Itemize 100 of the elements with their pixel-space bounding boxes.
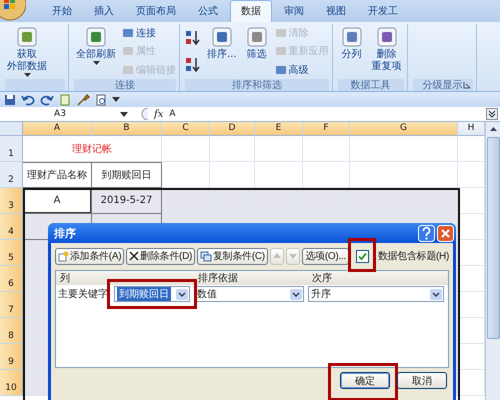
options-button[interactable]: 选项(O)... (302, 248, 349, 264)
checkbox[interactable] (356, 250, 369, 262)
ribbon-button[interactable]: 分列 (338, 24, 366, 79)
copy-button[interactable]: 复制条件(C) (197, 248, 268, 264)
add-button[interactable]: 添加条件(A) (55, 248, 124, 264)
command-icon (122, 27, 134, 40)
list-column-header: 次序 (311, 272, 333, 285)
dialog-title: 排序 (54, 226, 76, 240)
row-header[interactable]: 1 (0, 136, 23, 162)
column-header[interactable]: D (210, 122, 255, 136)
column-header[interactable]: B (92, 122, 162, 136)
column-header[interactable]: E (255, 122, 303, 136)
row-header[interactable]: 4 (0, 214, 23, 240)
redo-icon[interactable] (40, 94, 54, 106)
dialog-launcher-icon[interactable] (462, 81, 471, 89)
table-cell (162, 136, 210, 162)
checkbox-label[interactable]: 数据包含标题(H) (378, 249, 449, 263)
expand-icon[interactable] (486, 108, 498, 120)
command-icon (15, 25, 39, 49)
delete-button[interactable]: 删除条件(D) (126, 248, 196, 264)
group-label: 数据工具 (350, 79, 391, 92)
column-header[interactable]: F (303, 122, 350, 136)
table-cell: 理财产品名称 (23, 162, 92, 188)
scroll-thumb[interactable] (486, 137, 500, 339)
table-cell (162, 188, 210, 214)
function-label[interactable]: fx (154, 108, 164, 120)
preview-icon[interactable] (95, 94, 107, 106)
ribbon-button[interactable]: 全部刷新 (74, 24, 118, 79)
ribbon-tab[interactable]: 公式 (188, 1, 228, 22)
ribbon-tab[interactable]: 页面布局 (126, 1, 186, 22)
caret-icon (430, 288, 442, 300)
brush-icon[interactable] (76, 94, 90, 106)
row-header[interactable]: 6 (0, 266, 23, 292)
formula-field[interactable]: A (169, 109, 486, 119)
caret-icon (24, 73, 30, 77)
table-cell: 理财记帐 (23, 136, 162, 162)
command-icon (84, 25, 108, 49)
name-box[interactable]: A3 (0, 109, 120, 119)
row-header[interactable]: 8 (0, 318, 23, 344)
ribbon-small-button[interactable]: 高级 (274, 62, 329, 77)
list-column-header: 列 (59, 272, 71, 285)
ribbon-tab[interactable]: 开发工 (358, 1, 408, 22)
ok-button[interactable]: 确定 (340, 372, 390, 389)
table-cell (210, 188, 255, 214)
caret-icon (176, 288, 188, 300)
document-icon[interactable] (59, 94, 71, 106)
close-icon[interactable] (437, 224, 454, 242)
command-icon (244, 25, 269, 49)
ribbon-button[interactable]: 获取 外部数据 (5, 24, 49, 79)
command-icon (122, 45, 134, 58)
command-icon (122, 64, 134, 76)
caret-icon (290, 288, 302, 300)
table-cell: 2019-5-27 (92, 188, 162, 214)
sort-descending-icon[interactable] (185, 56, 201, 74)
ribbon-tab[interactable]: 数据 (230, 0, 272, 22)
table-cell (210, 136, 255, 162)
caret-icon[interactable] (112, 96, 120, 102)
office-button-icon[interactable] (0, 0, 26, 22)
table-cell (210, 162, 255, 188)
column-header[interactable]: C (162, 122, 210, 136)
caret-icon[interactable] (120, 112, 128, 116)
row-header[interactable]: 2 (0, 162, 23, 188)
ribbon-button[interactable]: 筛选 (242, 24, 271, 79)
undo-icon[interactable] (21, 94, 35, 106)
group-label: 连接 (115, 78, 135, 92)
ribbon-tab[interactable]: 视图 (316, 1, 356, 22)
vertical-scrollbar[interactable] (485, 122, 500, 400)
cancel-button[interactable]: 取消 (397, 372, 447, 389)
row-header[interactable]: 10 (0, 370, 23, 396)
down-arrow-icon (289, 252, 298, 260)
ribbon-button[interactable]: 排序... (205, 24, 239, 79)
sort-on-dropdown[interactable]: 数值 (194, 286, 304, 302)
row-header[interactable]: 9 (0, 344, 23, 370)
order-dropdown[interactable]: 升序 (308, 286, 444, 302)
sort-ascending-icon[interactable] (185, 28, 201, 47)
save-icon[interactable] (4, 94, 16, 106)
command-icon (274, 64, 287, 76)
row-header[interactable]: 5 (0, 240, 23, 266)
column-header[interactable]: G (350, 122, 458, 136)
table-cell: 到期赎回日 (92, 162, 162, 188)
ribbon-tab[interactable]: 插入 (84, 1, 124, 22)
ribbon-button[interactable]: 删除 重复项 (370, 24, 404, 79)
ribbon-tab[interactable]: 开始 (42, 1, 82, 22)
command-icon (274, 27, 287, 40)
ribbon-tab[interactable]: 审阅 (274, 1, 314, 22)
row-header[interactable]: 7 (0, 292, 23, 318)
add-icon (58, 250, 69, 262)
column-dropdown[interactable]: 到期赎回日 (114, 286, 190, 302)
command-icon (340, 25, 364, 49)
row-header[interactable]: 3 (0, 188, 23, 214)
level-label: 主要关键字 (58, 288, 108, 301)
help-icon[interactable] (418, 224, 435, 242)
copy-icon (200, 250, 212, 262)
ribbon-small-button[interactable]: 连接 (122, 26, 176, 40)
list-column-header: 排序依据 (197, 272, 239, 285)
table-cell (162, 162, 210, 188)
up-arrow-icon (272, 252, 281, 260)
column-header[interactable]: A (23, 122, 92, 136)
column-header[interactable]: H (458, 122, 485, 136)
group-label: 分级显示 (422, 79, 463, 92)
